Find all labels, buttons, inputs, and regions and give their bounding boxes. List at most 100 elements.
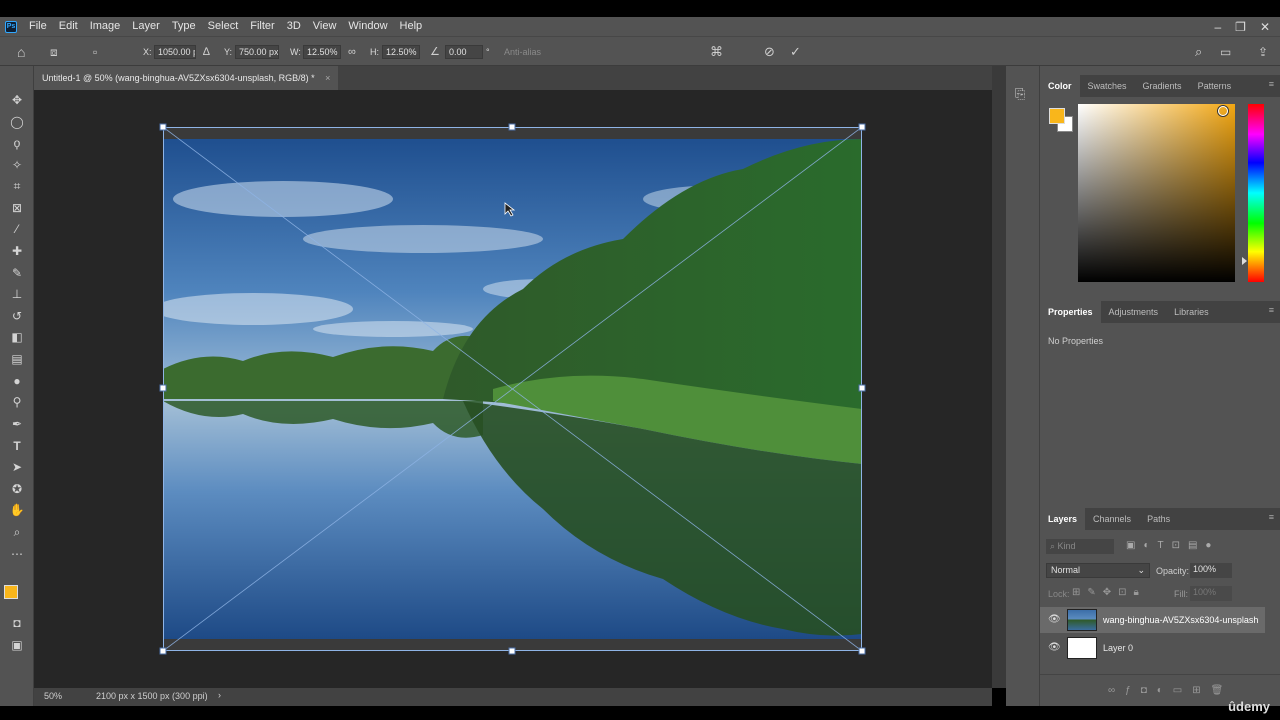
magic-wand-icon[interactable]: ✧ xyxy=(7,156,27,174)
stamp-tool-icon[interactable]: ⊥ xyxy=(7,285,27,303)
y-field[interactable]: 750.00 px xyxy=(235,45,279,59)
opacity-field[interactable]: 100% xyxy=(1190,563,1232,578)
eye-icon[interactable]: 👁︎ xyxy=(1048,642,1061,653)
menu-window[interactable]: Window xyxy=(342,17,393,36)
tab-swatches[interactable]: Swatches xyxy=(1080,75,1135,97)
tab-channels[interactable]: Channels xyxy=(1085,508,1139,530)
minimize-button[interactable]: – xyxy=(1214,20,1221,34)
layer-name-layer0[interactable]: Layer 0 xyxy=(1103,643,1133,653)
dodge-tool-icon[interactable]: ⚲ xyxy=(7,393,27,411)
eye-icon[interactable]: 👁︎ xyxy=(1048,614,1061,625)
lake-photo xyxy=(163,139,862,639)
hue-slider[interactable] xyxy=(1248,104,1264,282)
zoom-tool-icon[interactable]: ⌕ xyxy=(7,523,27,541)
tab-properties[interactable]: Properties xyxy=(1040,301,1101,323)
workspace-icon[interactable]: ▭ xyxy=(1220,45,1231,59)
tab-libraries[interactable]: Libraries xyxy=(1166,301,1217,323)
history-panel-icon[interactable]: ⎘ xyxy=(1015,86,1025,102)
path-select-icon[interactable]: ➤ xyxy=(7,458,27,476)
color-picker-marker[interactable] xyxy=(1218,106,1228,116)
menu-help[interactable]: Help xyxy=(394,17,429,36)
document-tab[interactable]: Untitled-1 @ 50% (wang-binghua-AV5ZXsx63… xyxy=(34,66,339,90)
delta-icon[interactable]: ∆ xyxy=(203,45,210,59)
menu-type[interactable]: Type xyxy=(166,17,202,36)
crop-tool-icon[interactable]: ⌗ xyxy=(7,177,27,195)
restore-button[interactable]: ❐ xyxy=(1235,20,1246,34)
quick-mask-icon[interactable]: ◘ xyxy=(7,614,27,632)
type-tool-icon[interactable]: T xyxy=(7,437,27,455)
x-field[interactable]: 1050.00 p xyxy=(154,45,196,59)
tab-patterns[interactable]: Patterns xyxy=(1190,75,1240,97)
angle-field[interactable]: 0.00 xyxy=(445,45,483,59)
panel-icon-strip: ⎘ xyxy=(1006,66,1040,706)
transform-icon[interactable]: ⧈ xyxy=(50,45,58,59)
height-field[interactable]: 12.50% xyxy=(382,45,420,59)
foreground-color-swatch[interactable] xyxy=(4,585,18,599)
color-picker-field[interactable] xyxy=(1078,104,1235,282)
status-arrow-icon[interactable]: › xyxy=(218,690,221,700)
lasso-tool-icon[interactable]: ϙ xyxy=(7,134,27,152)
blur-tool-icon[interactable]: ● xyxy=(7,372,27,390)
x-label: X: xyxy=(143,47,152,57)
pen-tool-icon[interactable]: ✒ xyxy=(7,415,27,433)
eraser-tool-icon[interactable]: ◧ xyxy=(7,328,27,346)
commit-transform-icon[interactable]: ✓ xyxy=(790,45,801,59)
toolbar: ✥ ◯ ϙ ✧ ⌗ ⊠ ⁄ ✚ ✎ ⊥ ↺ ◧ ▤ ● ⚲ ✒ T ➤ ✪ ✋ … xyxy=(0,66,34,706)
history-brush-icon[interactable]: ↺ xyxy=(7,307,27,325)
menu-view[interactable]: View xyxy=(307,17,343,36)
tab-color[interactable]: Color xyxy=(1040,75,1080,97)
angle-icon: ∠ xyxy=(430,46,440,58)
close-window-button[interactable]: ✕ xyxy=(1260,20,1270,34)
hand-tool-icon[interactable]: ✋ xyxy=(7,501,27,519)
eyedropper-icon[interactable]: ⁄ xyxy=(7,220,27,238)
layer-name-photo[interactable]: wang-binghua-AV5ZXsx6304-unsplash xyxy=(1103,615,1258,625)
menu-select[interactable]: Select xyxy=(202,17,245,36)
menu-3d[interactable]: 3D xyxy=(281,17,307,36)
anti-alias-label[interactable]: Anti-alias xyxy=(504,47,541,57)
close-tab-icon[interactable]: × xyxy=(325,73,330,83)
cancel-transform-icon[interactable]: ⊘ xyxy=(764,45,775,59)
fill-field[interactable]: 100% xyxy=(1190,586,1232,601)
color-panel-menu-icon[interactable]: ≡ xyxy=(1269,79,1274,89)
search-icon[interactable]: ⌕ xyxy=(1195,45,1202,59)
fill-label: Fill: xyxy=(1174,589,1188,599)
menu-filter[interactable]: Filter xyxy=(244,17,280,36)
layer-thumbnail-white xyxy=(1067,637,1097,659)
tab-paths[interactable]: Paths xyxy=(1139,508,1178,530)
layer-kind-filter[interactable]: ⌕ Kind xyxy=(1046,539,1114,554)
screen-mode-icon[interactable]: ▣ xyxy=(7,636,27,654)
color-foreground-swatch[interactable] xyxy=(1049,108,1065,124)
move-tool-icon[interactable]: ✥ xyxy=(7,91,27,109)
tab-gradients[interactable]: Gradients xyxy=(1135,75,1190,97)
frame-tool-icon[interactable]: ⊠ xyxy=(7,199,27,217)
brush-tool-icon[interactable]: ✎ xyxy=(7,264,27,282)
blend-mode-select[interactable]: Normal ⌄ xyxy=(1046,563,1150,578)
lock-icons[interactable]: ⊞✎✥⊡🔒︎ xyxy=(1072,587,1146,598)
zoom-level[interactable]: 50% xyxy=(44,691,62,701)
more-tools-icon[interactable]: ⋯ xyxy=(7,545,27,563)
gradient-tool-icon[interactable]: ▤ xyxy=(7,350,27,368)
layer-thumbnail-photo xyxy=(1067,609,1097,631)
layer-actions-icons[interactable]: ∞ƒ◘◐▭⊞🗑︎ xyxy=(1108,685,1233,696)
menu-layer[interactable]: Layer xyxy=(126,17,166,36)
lake-photo-layer[interactable] xyxy=(163,139,862,639)
share-icon[interactable]: ⇪ xyxy=(1258,45,1268,59)
layers-panel-menu-icon[interactable]: ≡ xyxy=(1269,512,1274,522)
lock-label: Lock: xyxy=(1048,589,1070,599)
tab-layers[interactable]: Layers xyxy=(1040,508,1086,530)
tab-adjustments[interactable]: Adjustments xyxy=(1101,301,1167,323)
layer-filter-icons[interactable]: ▣◐T⊡▤● xyxy=(1126,540,1219,551)
reference-point-icon[interactable]: ▫ xyxy=(93,45,97,59)
properties-panel-menu-icon[interactable]: ≡ xyxy=(1269,305,1274,315)
menu-image[interactable]: Image xyxy=(84,17,127,36)
link-icon[interactable]: ∞ xyxy=(348,45,356,59)
marquee-tool-icon[interactable]: ◯ xyxy=(7,113,27,131)
menu-edit[interactable]: Edit xyxy=(53,17,84,36)
home-icon[interactable]: ⌂ xyxy=(17,45,25,59)
healing-brush-icon[interactable]: ✚ xyxy=(7,242,27,260)
menu-file[interactable]: File xyxy=(23,17,53,36)
hue-slider-handle[interactable] xyxy=(1242,257,1247,265)
shape-tool-icon[interactable]: ✪ xyxy=(7,480,27,498)
width-field[interactable]: 12.50% xyxy=(303,45,341,59)
warp-icon[interactable]: ⌘ xyxy=(710,45,723,59)
